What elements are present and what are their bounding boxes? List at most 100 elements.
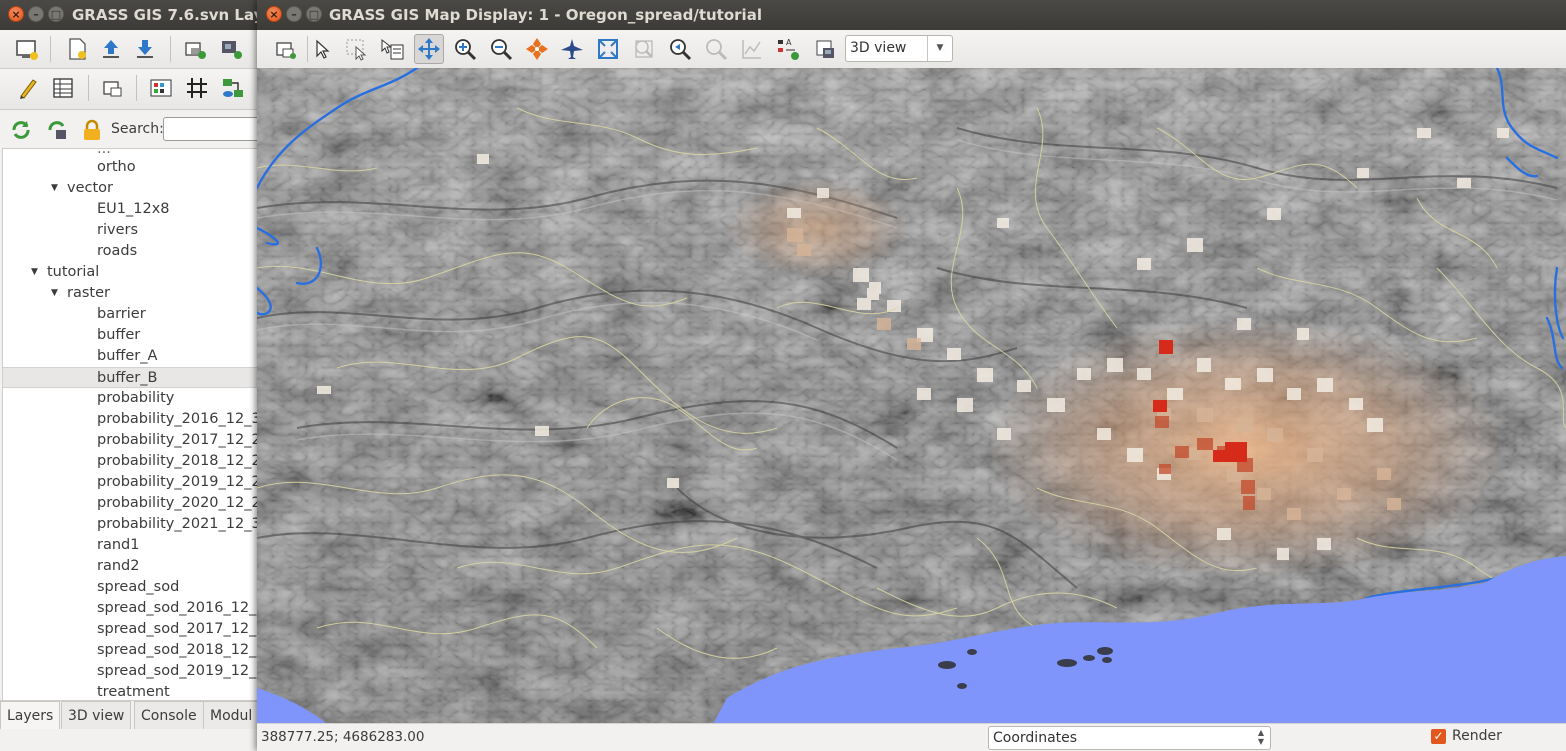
tree-row-vector[interactable]: ▼ vector xyxy=(3,178,261,199)
attribute-table-icon[interactable] xyxy=(48,73,78,103)
view-mode-value: 3D view xyxy=(850,40,907,56)
tree-row-spread-sod[interactable]: spread_sod xyxy=(3,577,261,598)
tree-item-label: buffer xyxy=(97,327,141,343)
tab-console[interactable]: Console xyxy=(134,701,204,729)
render-checkbox[interactable]: ✓ xyxy=(1431,729,1446,744)
expand-arrow-icon[interactable]: ▼ xyxy=(31,262,45,283)
tree-row-buffer-a[interactable]: buffer_A xyxy=(3,346,261,367)
tree-row-probability[interactable]: probability xyxy=(3,388,261,409)
tab-layers[interactable]: Layers xyxy=(0,701,61,729)
pan-icon[interactable] xyxy=(414,34,444,64)
tree-item-label: probability_2019_12_27 xyxy=(97,474,262,490)
profile-icon[interactable] xyxy=(737,34,767,64)
zoom-region-icon[interactable] xyxy=(593,34,623,64)
tree-row-spread-sod-2019-12-27[interactable]: spread_sod_2019_12_27 xyxy=(3,661,261,682)
tab-modul[interactable]: Modul xyxy=(203,701,260,729)
tree-item-label: rand2 xyxy=(97,558,140,574)
expand-arrow-icon[interactable]: ▼ xyxy=(51,283,65,304)
add-various-icon[interactable] xyxy=(216,34,246,64)
tree-item-label: spread_sod xyxy=(97,579,180,595)
tree-item-label: treatment xyxy=(97,684,170,700)
tree-row-barrier[interactable]: barrier xyxy=(3,304,261,325)
tree-item-label: probability_2017_12_29 xyxy=(97,432,262,448)
tree-row-probability-2021-12-31[interactable]: probability_2021_12_31 xyxy=(3,514,261,535)
tree-row-eu1-12x8[interactable]: EU1_12x8 xyxy=(3,199,261,220)
map-toolbar: A 3D view ▼ xyxy=(257,30,1566,69)
tree-row-buffer-b[interactable]: buffer_B xyxy=(3,367,261,388)
maximize-icon[interactable]: □ xyxy=(48,6,64,22)
expand-arrow-icon[interactable]: ▼ xyxy=(51,178,65,199)
tree-item-label: buffer_A xyxy=(97,348,158,364)
close-icon[interactable]: × xyxy=(266,6,282,22)
tree-row-treatment[interactable]: treatment xyxy=(3,682,261,701)
render-label: Render xyxy=(1452,728,1502,744)
tree-row-rivers[interactable]: rivers xyxy=(3,220,261,241)
chevron-down-icon: ▼ xyxy=(927,36,952,61)
close-icon[interactable]: × xyxy=(8,6,24,22)
tree-item-label: probability_2021_12_31 xyxy=(97,516,262,532)
save-workspace-icon[interactable] xyxy=(130,34,160,64)
status-mode-select[interactable]: Coordinates ▲ ▼ xyxy=(988,726,1271,750)
lock-icon[interactable] xyxy=(77,115,107,145)
graphical-modeler-icon[interactable] xyxy=(218,73,248,103)
view-mode-select[interactable]: 3D view ▼ xyxy=(845,35,953,62)
refresh-icon[interactable] xyxy=(6,115,36,145)
tree-row-roads[interactable]: roads xyxy=(3,241,261,262)
georectifier-icon[interactable] xyxy=(182,73,212,103)
pointer-icon[interactable] xyxy=(307,34,337,64)
tree-item-label: spread_sod_2017_12_29 xyxy=(97,621,262,637)
tree-row-rand1[interactable]: rand1 xyxy=(3,535,261,556)
tree-item-label: spread_sod_2019_12_27 xyxy=(97,663,262,679)
tree-item-label: probability_2016_12_30 xyxy=(97,411,262,427)
add-layers-icon[interactable] xyxy=(180,34,210,64)
map-canvas[interactable] xyxy=(257,68,1566,724)
tree-row-ortho[interactable]: ortho xyxy=(3,157,261,178)
zoom-extent-icon[interactable] xyxy=(522,34,552,64)
tree-row-raster[interactable]: ▼ raster xyxy=(3,283,261,304)
zoom-back-icon[interactable] xyxy=(629,34,659,64)
zoom-menu-icon[interactable] xyxy=(665,34,695,64)
maximize-icon[interactable]: □ xyxy=(306,6,322,22)
tree-item-label: raster xyxy=(67,285,110,301)
digitizer-icon[interactable] xyxy=(12,73,42,103)
select-icon[interactable] xyxy=(341,34,371,64)
save-image-icon[interactable] xyxy=(811,34,841,64)
raster-calculator-icon[interactable] xyxy=(146,73,176,103)
open-workspace-icon[interactable] xyxy=(96,34,126,64)
tab-3d-view[interactable]: 3D view xyxy=(61,701,132,729)
tree-item-label: rand1 xyxy=(97,537,140,553)
zoom-out-icon[interactable] xyxy=(486,34,516,64)
tree-row-spread-sod-2016-12-30[interactable]: spread_sod_2016_12_30 xyxy=(3,598,261,619)
add-overlay-icon[interactable] xyxy=(271,34,301,64)
query-icon[interactable] xyxy=(377,34,407,64)
minimize-icon[interactable]: – xyxy=(28,6,44,22)
tree-item-label: probability_2020_12_25 xyxy=(97,495,262,511)
tree-item-label: tutorial xyxy=(47,264,100,280)
tree-row-probability-2020-12-25[interactable]: probability_2020_12_25 xyxy=(3,493,261,514)
layer-manager-toolbar-2 xyxy=(0,69,262,110)
tree-item-label: EU1_12x8 xyxy=(97,201,170,217)
tree-row-spread-sod-2017-12-29[interactable]: spread_sod_2017_12_29 xyxy=(3,619,261,640)
tree-row-buffer[interactable]: buffer xyxy=(3,325,261,346)
analyze-icon[interactable] xyxy=(701,34,731,64)
tree-row-probability-2018-12-28[interactable]: probability_2018_12_28 xyxy=(3,451,261,472)
map-display-icon[interactable] xyxy=(98,73,128,103)
tree-row-probability-2017-12-29[interactable]: probability_2017_12_29 xyxy=(3,430,261,451)
start-map-display-icon[interactable] xyxy=(12,34,42,64)
fly-through-icon[interactable] xyxy=(557,34,587,64)
tree-row-spread-sod-2018-12-28[interactable]: spread_sod_2018_12_28 xyxy=(3,640,261,661)
tree-row-tutorial[interactable]: ▼ tutorial xyxy=(3,262,261,283)
tree-item-label: ortho xyxy=(97,159,136,175)
search-input[interactable] xyxy=(163,117,262,141)
new-workspace-icon[interactable] xyxy=(62,34,92,64)
minimize-icon[interactable]: – xyxy=(286,6,302,22)
tree-row-rand2[interactable]: rand2 xyxy=(3,556,261,577)
zoom-in-icon[interactable] xyxy=(450,34,480,64)
tree-row-probability-2016-12-30[interactable]: probability_2016_12_30 xyxy=(3,409,261,430)
tree-row-probability-2019-12-27[interactable]: probability_2019_12_27 xyxy=(3,472,261,493)
layer-refresh-icon[interactable] xyxy=(42,115,72,145)
add-legend-icon[interactable]: A xyxy=(773,34,803,64)
layer-tree[interactable]: ... ortho ▼ vector EU1_12x8 rivers roads ▼ tuto… xyxy=(2,148,262,702)
tree-item-label: roads xyxy=(97,243,138,259)
tree-item-label: barrier xyxy=(97,306,146,322)
